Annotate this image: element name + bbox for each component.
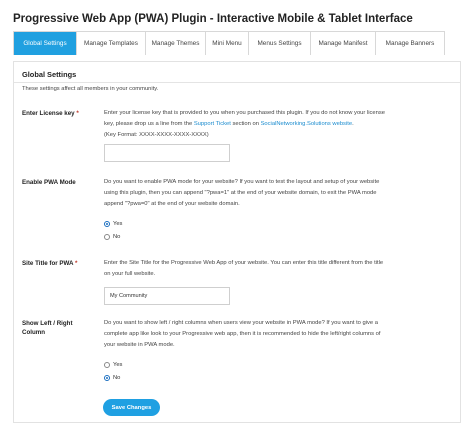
tab-manage-manifest[interactable]: Manage Manifest	[311, 32, 376, 55]
settings-tabs: Global Settings Manage Templates Manage …	[13, 31, 445, 55]
site-title-input[interactable]	[104, 287, 230, 305]
show-columns-yes-label: Yes	[113, 362, 123, 368]
license-key-label: Enter License key *	[22, 109, 98, 118]
pwa-mode-label: Enable PWA Mode	[22, 179, 76, 186]
pwa-mode-help: Do you want to enable PWA mode for your …	[104, 179, 380, 207]
license-help-text-2: section on	[232, 121, 259, 127]
pwa-mode-yes-radio[interactable]	[104, 221, 110, 227]
support-ticket-link[interactable]: Support Ticket	[194, 121, 231, 127]
license-key-input[interactable]	[104, 144, 230, 162]
page-title: Progressive Web App (PWA) Plugin - Inter…	[13, 13, 413, 25]
site-title-label-text: Site Title for PWA	[22, 260, 74, 267]
show-columns-yes-option[interactable]: Yes	[104, 362, 122, 368]
tab-manage-templates[interactable]: Manage Templates	[77, 32, 146, 55]
tab-menus-settings[interactable]: Menus Settings	[249, 32, 311, 55]
sns-website-link[interactable]: SocialNetworking.Solutions website	[261, 121, 353, 127]
settings-panel: Global Settings These settings affect al…	[13, 61, 461, 423]
pwa-mode-no-radio[interactable]	[104, 234, 110, 240]
show-columns-no-label: No	[113, 375, 121, 381]
license-key-help: Enter your license key that is provided …	[104, 108, 390, 141]
show-columns-yes-radio[interactable]	[104, 362, 110, 368]
show-columns-help: Do you want to show left / right columns…	[104, 320, 381, 348]
license-help-text-3: .	[352, 121, 354, 127]
save-changes-button[interactable]: Save Changes	[103, 399, 160, 416]
show-columns-no-radio[interactable]	[104, 375, 110, 381]
pwa-mode-no-label: No	[113, 234, 121, 240]
section-title: Global Settings	[22, 70, 77, 79]
license-key-format: (Key Format: XXXX-XXXX-XXXX-XXXX)	[104, 132, 209, 138]
show-columns-no-option[interactable]: No	[104, 375, 120, 381]
section-divider	[14, 82, 460, 83]
show-columns-label: Show Left / Right Column	[22, 320, 73, 336]
section-description: These settings affect all members in you…	[22, 86, 159, 92]
pwa-mode-no-option[interactable]: No	[104, 234, 120, 240]
license-key-label-text: Enter License key	[22, 110, 75, 117]
tab-manage-themes[interactable]: Manage Themes	[146, 32, 206, 55]
pwa-mode-yes-label: Yes	[113, 221, 123, 227]
tab-mini-menu[interactable]: Mini Menu	[206, 32, 249, 55]
required-marker: *	[76, 110, 79, 117]
site-title-label: Site Title for PWA *	[22, 259, 98, 268]
tab-global-settings[interactable]: Global Settings	[14, 32, 77, 55]
required-marker: *	[74, 260, 78, 267]
pwa-mode-yes-option[interactable]: Yes	[104, 221, 122, 227]
site-title-help: Enter the Site Title for the Progressive…	[104, 260, 384, 277]
tab-manage-banners[interactable]: Manage Banners	[376, 32, 444, 55]
